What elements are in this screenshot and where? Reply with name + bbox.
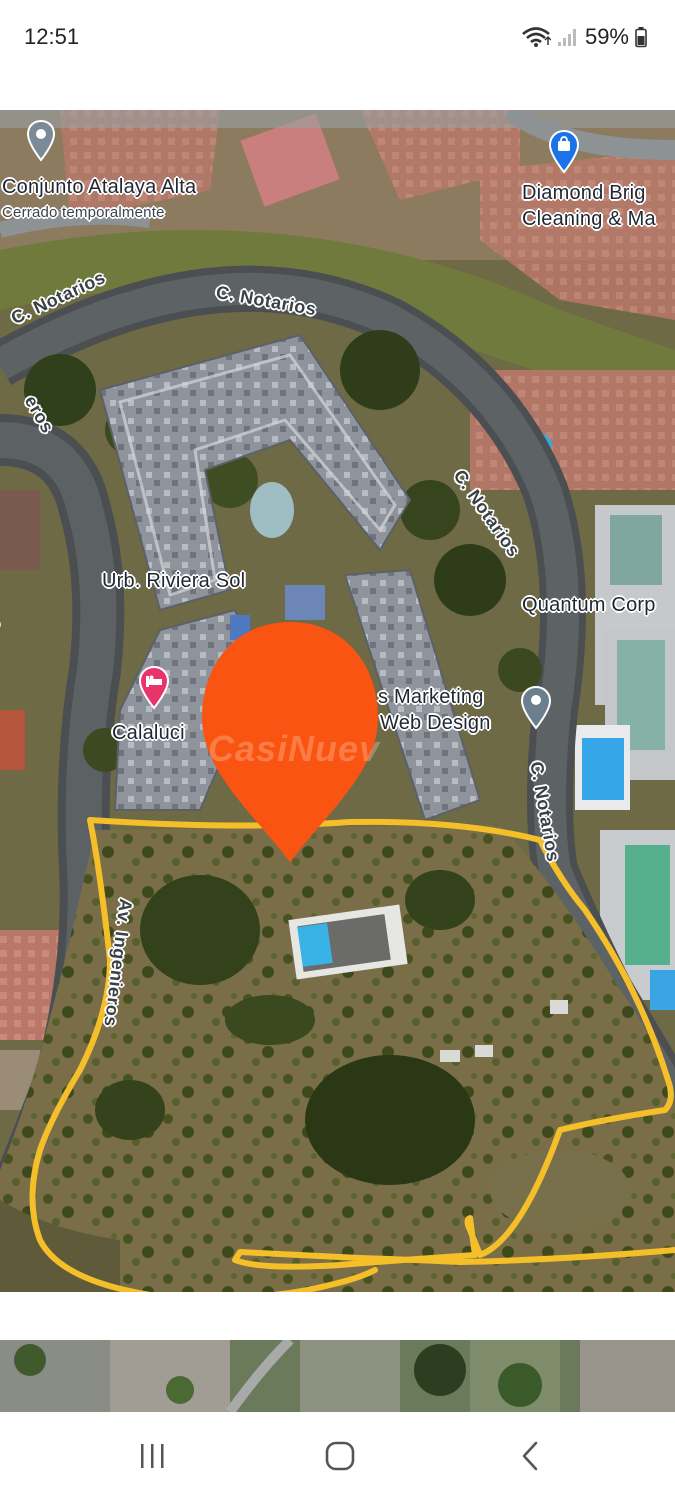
battery-icon (635, 27, 647, 48)
place-label-atalaya[interactable]: Conjunto Atalaya Alta (2, 176, 196, 199)
place-label-riviera-sol[interactable]: Urb. Riviera Sol (102, 570, 245, 593)
back-chevron-icon (522, 1441, 538, 1471)
status-time: 12:51 (24, 24, 80, 49)
home-icon (325, 1441, 355, 1471)
place-label-calaluci[interactable]: Calaluci (112, 722, 185, 745)
home-button[interactable] (318, 1434, 362, 1478)
recents-icon (141, 1444, 164, 1468)
place-pin-icon[interactable] (26, 120, 56, 162)
status-bar: 12:51 59% (0, 0, 675, 80)
satellite-map[interactable]: Conjunto Atalaya Alta Cerrado temporalme… (0, 110, 675, 1292)
map-strip-imagery (0, 1340, 675, 1412)
status-icons: 59% (521, 24, 647, 50)
place-label-marketing-2[interactable]: Web Design (380, 712, 491, 735)
navigation-bar (0, 1412, 675, 1500)
signal-icon (557, 29, 576, 46)
business-pin-icon[interactable] (520, 686, 552, 730)
place-label-diamond-1[interactable]: Diamond Brig (522, 182, 646, 205)
place-label-diamond-2[interactable]: Cleaning & Ma (522, 208, 656, 231)
watermark: CasiNuev (208, 728, 381, 769)
back-button[interactable] (508, 1434, 552, 1478)
hotel-pin-icon[interactable] (138, 666, 170, 710)
wifi-icon (522, 27, 551, 47)
battery-percent: 59% (584, 24, 629, 49)
map-preview-strip[interactable] (0, 1340, 675, 1412)
place-label-marketing-1[interactable]: s Marketing (378, 686, 484, 709)
recents-button[interactable] (130, 1434, 174, 1478)
place-status-atalaya: Cerrado temporalmente (2, 204, 165, 221)
shopping-bag-pin-icon[interactable] (548, 130, 580, 174)
place-label-quantum[interactable]: Quantum Corp (522, 594, 656, 617)
